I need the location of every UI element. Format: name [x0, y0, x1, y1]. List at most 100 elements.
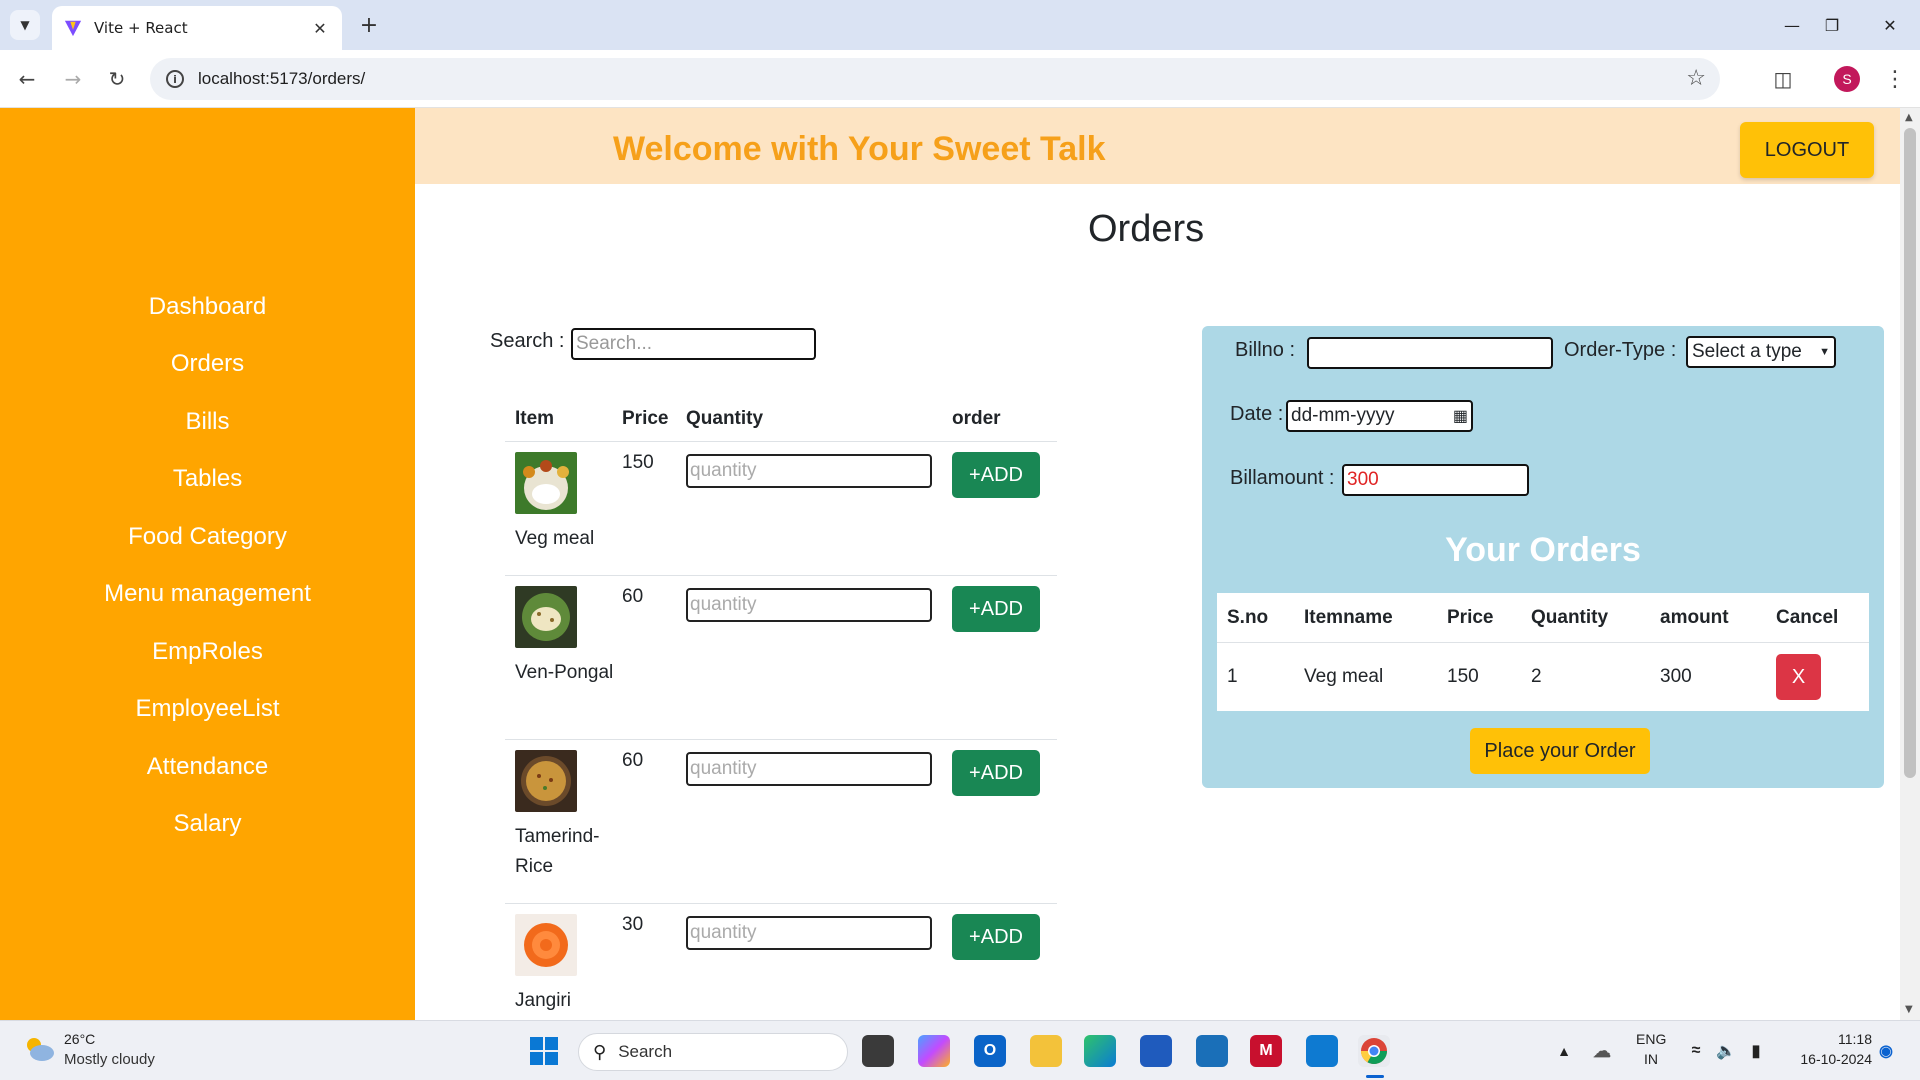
close-window-button[interactable]: ✕	[1870, 8, 1910, 42]
browser-tab-strip: ▼ Vite + React ✕ + — ❐ ✕	[0, 0, 1920, 50]
date-placeholder: dd-mm-yyyy	[1291, 405, 1395, 426]
sidebar-item-food-category[interactable]: Food Category	[0, 508, 415, 566]
notification-bell-icon[interactable]: ◉	[1870, 1035, 1902, 1067]
restore-button[interactable]: ❐	[1812, 8, 1852, 42]
url-text[interactable]: localhost:5173/orders/	[198, 69, 365, 89]
chrome-icon[interactable]	[1358, 1035, 1390, 1067]
add-button[interactable]: +ADD	[952, 750, 1040, 796]
task-view-icon[interactable]	[862, 1035, 894, 1067]
item-name: Tamerind-Rice	[515, 826, 600, 877]
order-cell: +ADD	[948, 576, 1057, 739]
header-sno: S.no	[1227, 606, 1269, 628]
new-tab-button[interactable]: +	[354, 10, 384, 40]
search-icon: ⚲	[593, 1041, 607, 1063]
billno-input[interactable]	[1307, 337, 1553, 369]
microsoft-store-icon[interactable]	[1140, 1035, 1172, 1067]
sidebar-item-bills[interactable]: Bills	[0, 393, 415, 451]
weather-description[interactable]: Mostly cloudy	[64, 1051, 155, 1068]
cloud-icon[interactable]	[22, 1035, 56, 1063]
file-explorer-icon[interactable]	[1030, 1035, 1062, 1067]
sidebar-item-attendance[interactable]: Attendance	[0, 738, 415, 796]
search-input[interactable]: Search...	[571, 328, 816, 360]
header-price: Price	[622, 407, 669, 429]
cancel-order-button[interactable]: X	[1776, 654, 1821, 700]
order-sno: 1	[1227, 666, 1238, 687]
extensions-icon[interactable]: ◫	[1768, 64, 1798, 94]
billamount-input[interactable]: 300	[1342, 464, 1529, 496]
sidebar-item-dashboard[interactable]: Dashboard	[0, 278, 415, 336]
vscode-icon[interactable]	[1306, 1035, 1338, 1067]
veg-meal-image	[515, 452, 577, 514]
scroll-up-icon[interactable]: ▲	[1905, 112, 1913, 123]
qty-cell: quantity	[682, 442, 948, 575]
site-info-icon[interactable]: i	[166, 70, 184, 88]
qty-cell: quantity	[682, 904, 948, 1020]
chevron-up-icon[interactable]: ▲	[1548, 1035, 1580, 1067]
region-indicator[interactable]: IN	[1636, 1051, 1666, 1067]
dell-icon[interactable]	[1196, 1035, 1228, 1067]
volume-icon[interactable]: 🔈	[1710, 1035, 1742, 1067]
wifi-icon[interactable]: ≈	[1680, 1035, 1712, 1067]
onedrive-icon[interactable]: ☁	[1586, 1035, 1618, 1067]
sidebar-item-emproles[interactable]: EmpRoles	[0, 623, 415, 681]
language-indicator[interactable]: ENG	[1636, 1031, 1666, 1047]
chrome-logo-icon	[1360, 1038, 1388, 1065]
your-orders-heading: Your Orders	[1445, 531, 1641, 569]
address-bar[interactable]: i localhost:5173/orders/ ☆	[150, 58, 1720, 100]
bookmark-star-icon[interactable]: ☆	[1686, 66, 1706, 91]
add-button[interactable]: +ADD	[952, 586, 1040, 632]
back-icon[interactable]: ←	[12, 64, 42, 94]
chevron-down-icon: ▼	[1819, 346, 1830, 358]
pongal-image	[515, 586, 577, 648]
minimize-button[interactable]: —	[1772, 8, 1812, 42]
profile-avatar[interactable]: S	[1834, 66, 1860, 92]
item-price: 60	[622, 586, 644, 607]
copilot-icon[interactable]	[918, 1035, 950, 1067]
windows-logo-icon	[530, 1037, 558, 1065]
sidebar-item-employeelist[interactable]: EmployeeList	[0, 681, 415, 739]
battery-icon[interactable]: ▮	[1740, 1035, 1772, 1067]
forward-icon[interactable]: →	[58, 64, 88, 94]
add-button[interactable]: +ADD	[952, 452, 1040, 498]
billamount-label: Billamount :	[1230, 467, 1335, 489]
quantity-input[interactable]: quantity	[686, 454, 932, 488]
page-scrollbar[interactable]: ▲ ▼	[1900, 108, 1920, 1020]
reload-icon[interactable]: ↻	[102, 64, 132, 94]
header-price: Price	[1447, 606, 1494, 628]
quantity-input[interactable]: quantity	[686, 752, 932, 786]
sidebar-item-menu-management[interactable]: Menu management	[0, 566, 415, 624]
add-button[interactable]: +ADD	[952, 914, 1040, 960]
table-row: Tamerind-Rice 60 quantity +ADD	[505, 740, 1057, 904]
calendar-icon[interactable]: ▦	[1453, 406, 1468, 426]
windows-start-icon[interactable]	[528, 1035, 560, 1067]
quantity-input[interactable]: quantity	[686, 916, 932, 950]
sidebar-item-salary[interactable]: Salary	[0, 796, 415, 854]
browser-tab-active[interactable]: Vite + React ✕	[52, 6, 342, 50]
tab-search-button[interactable]: ▼	[10, 10, 40, 40]
header-itemname: Itemname	[1304, 606, 1393, 628]
logout-button[interactable]: LOGOUT	[1740, 122, 1874, 178]
scroll-thumb[interactable]	[1904, 128, 1916, 778]
date-label: Date :	[1230, 403, 1284, 425]
edge-icon[interactable]	[1084, 1035, 1116, 1067]
browser-menu-icon[interactable]: ⋮	[1880, 64, 1910, 94]
vite-logo-icon	[64, 20, 82, 37]
outlook-icon[interactable]: O	[974, 1035, 1006, 1067]
order-type-select[interactable]: Select a type ▼	[1686, 336, 1836, 368]
sidebar-item-tables[interactable]: Tables	[0, 451, 415, 509]
scroll-down-icon[interactable]: ▼	[1905, 1004, 1913, 1015]
cancel-cell: X	[1766, 654, 1869, 700]
jangiri-image	[515, 914, 577, 976]
clock-time[interactable]: 11:18	[1784, 1031, 1872, 1047]
place-order-button[interactable]: Place your Order	[1470, 728, 1650, 774]
quantity-input[interactable]: quantity	[686, 588, 932, 622]
item-name: Ven-Pongal	[515, 662, 614, 683]
table-header: Item Price Quantity order	[505, 396, 1057, 442]
mcafee-icon[interactable]: M	[1250, 1035, 1282, 1067]
clock-date[interactable]: 16-10-2024	[1784, 1051, 1872, 1067]
taskbar-search[interactable]: ⚲ Search	[578, 1033, 848, 1071]
date-input[interactable]: dd-mm-yyyy ▦	[1286, 400, 1473, 432]
sidebar-item-orders[interactable]: Orders	[0, 336, 415, 394]
close-tab-icon[interactable]: ✕	[310, 19, 330, 38]
weather-temperature[interactable]: 26°C	[64, 1031, 95, 1047]
